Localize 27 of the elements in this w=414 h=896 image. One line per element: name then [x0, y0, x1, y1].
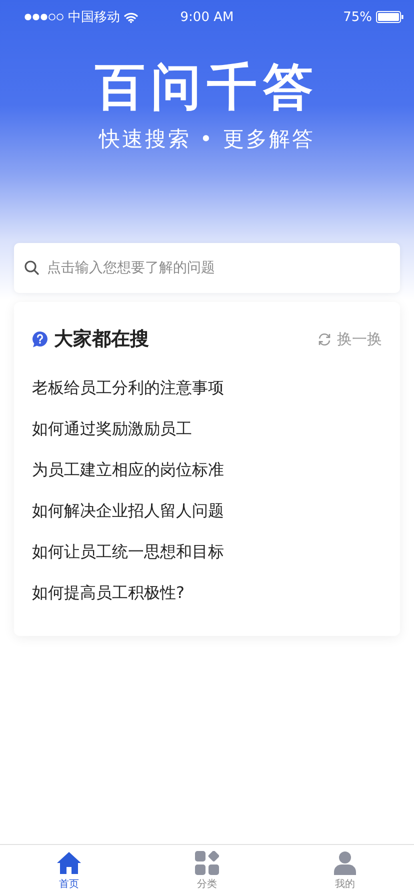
tab-item[interactable]: 我的 — [276, 845, 414, 896]
question-link[interactable]: 老板给员工分利的注意事项 — [32, 368, 224, 409]
house-icon — [56, 850, 82, 874]
battery-percent: 75% — [343, 10, 372, 24]
grid-icon — [195, 850, 219, 874]
question-bubble-icon — [32, 330, 48, 348]
search-field[interactable]: 点击输入您想要了解的问题 — [14, 243, 400, 293]
refresh-icon — [317, 332, 332, 346]
question-link[interactable]: 如何提高员工积极性? — [32, 573, 184, 614]
tab-label: 首页 — [59, 878, 79, 890]
carrier-name: 中国移动 — [68, 9, 120, 26]
wifi-icon — [124, 12, 138, 22]
question-link[interactable]: 如何解决企业招人留人问题 — [32, 491, 224, 532]
question-link[interactable]: 如何通过奖励激励员工 — [32, 409, 192, 450]
signal-icon — [24, 13, 64, 21]
section-title: 大家都在搜 — [54, 327, 150, 352]
tab-label: 我的 — [335, 878, 355, 890]
tab-label: 分类 — [197, 878, 217, 890]
question-link[interactable]: 为员工建立相应的岗位标准 — [32, 450, 224, 491]
tab-item[interactable]: 分类 — [138, 845, 276, 896]
app-logo: 百问千答 — [95, 60, 319, 115]
person-icon — [334, 850, 356, 874]
question-link[interactable]: 如何让员工统一思想和目标 — [32, 532, 224, 573]
tab-item[interactable]: 首页 — [0, 845, 138, 896]
status-time: 9:00 AM — [180, 10, 234, 24]
slogan: 快速搜索 • 更多解答 — [99, 126, 315, 153]
battery-icon — [376, 11, 404, 23]
